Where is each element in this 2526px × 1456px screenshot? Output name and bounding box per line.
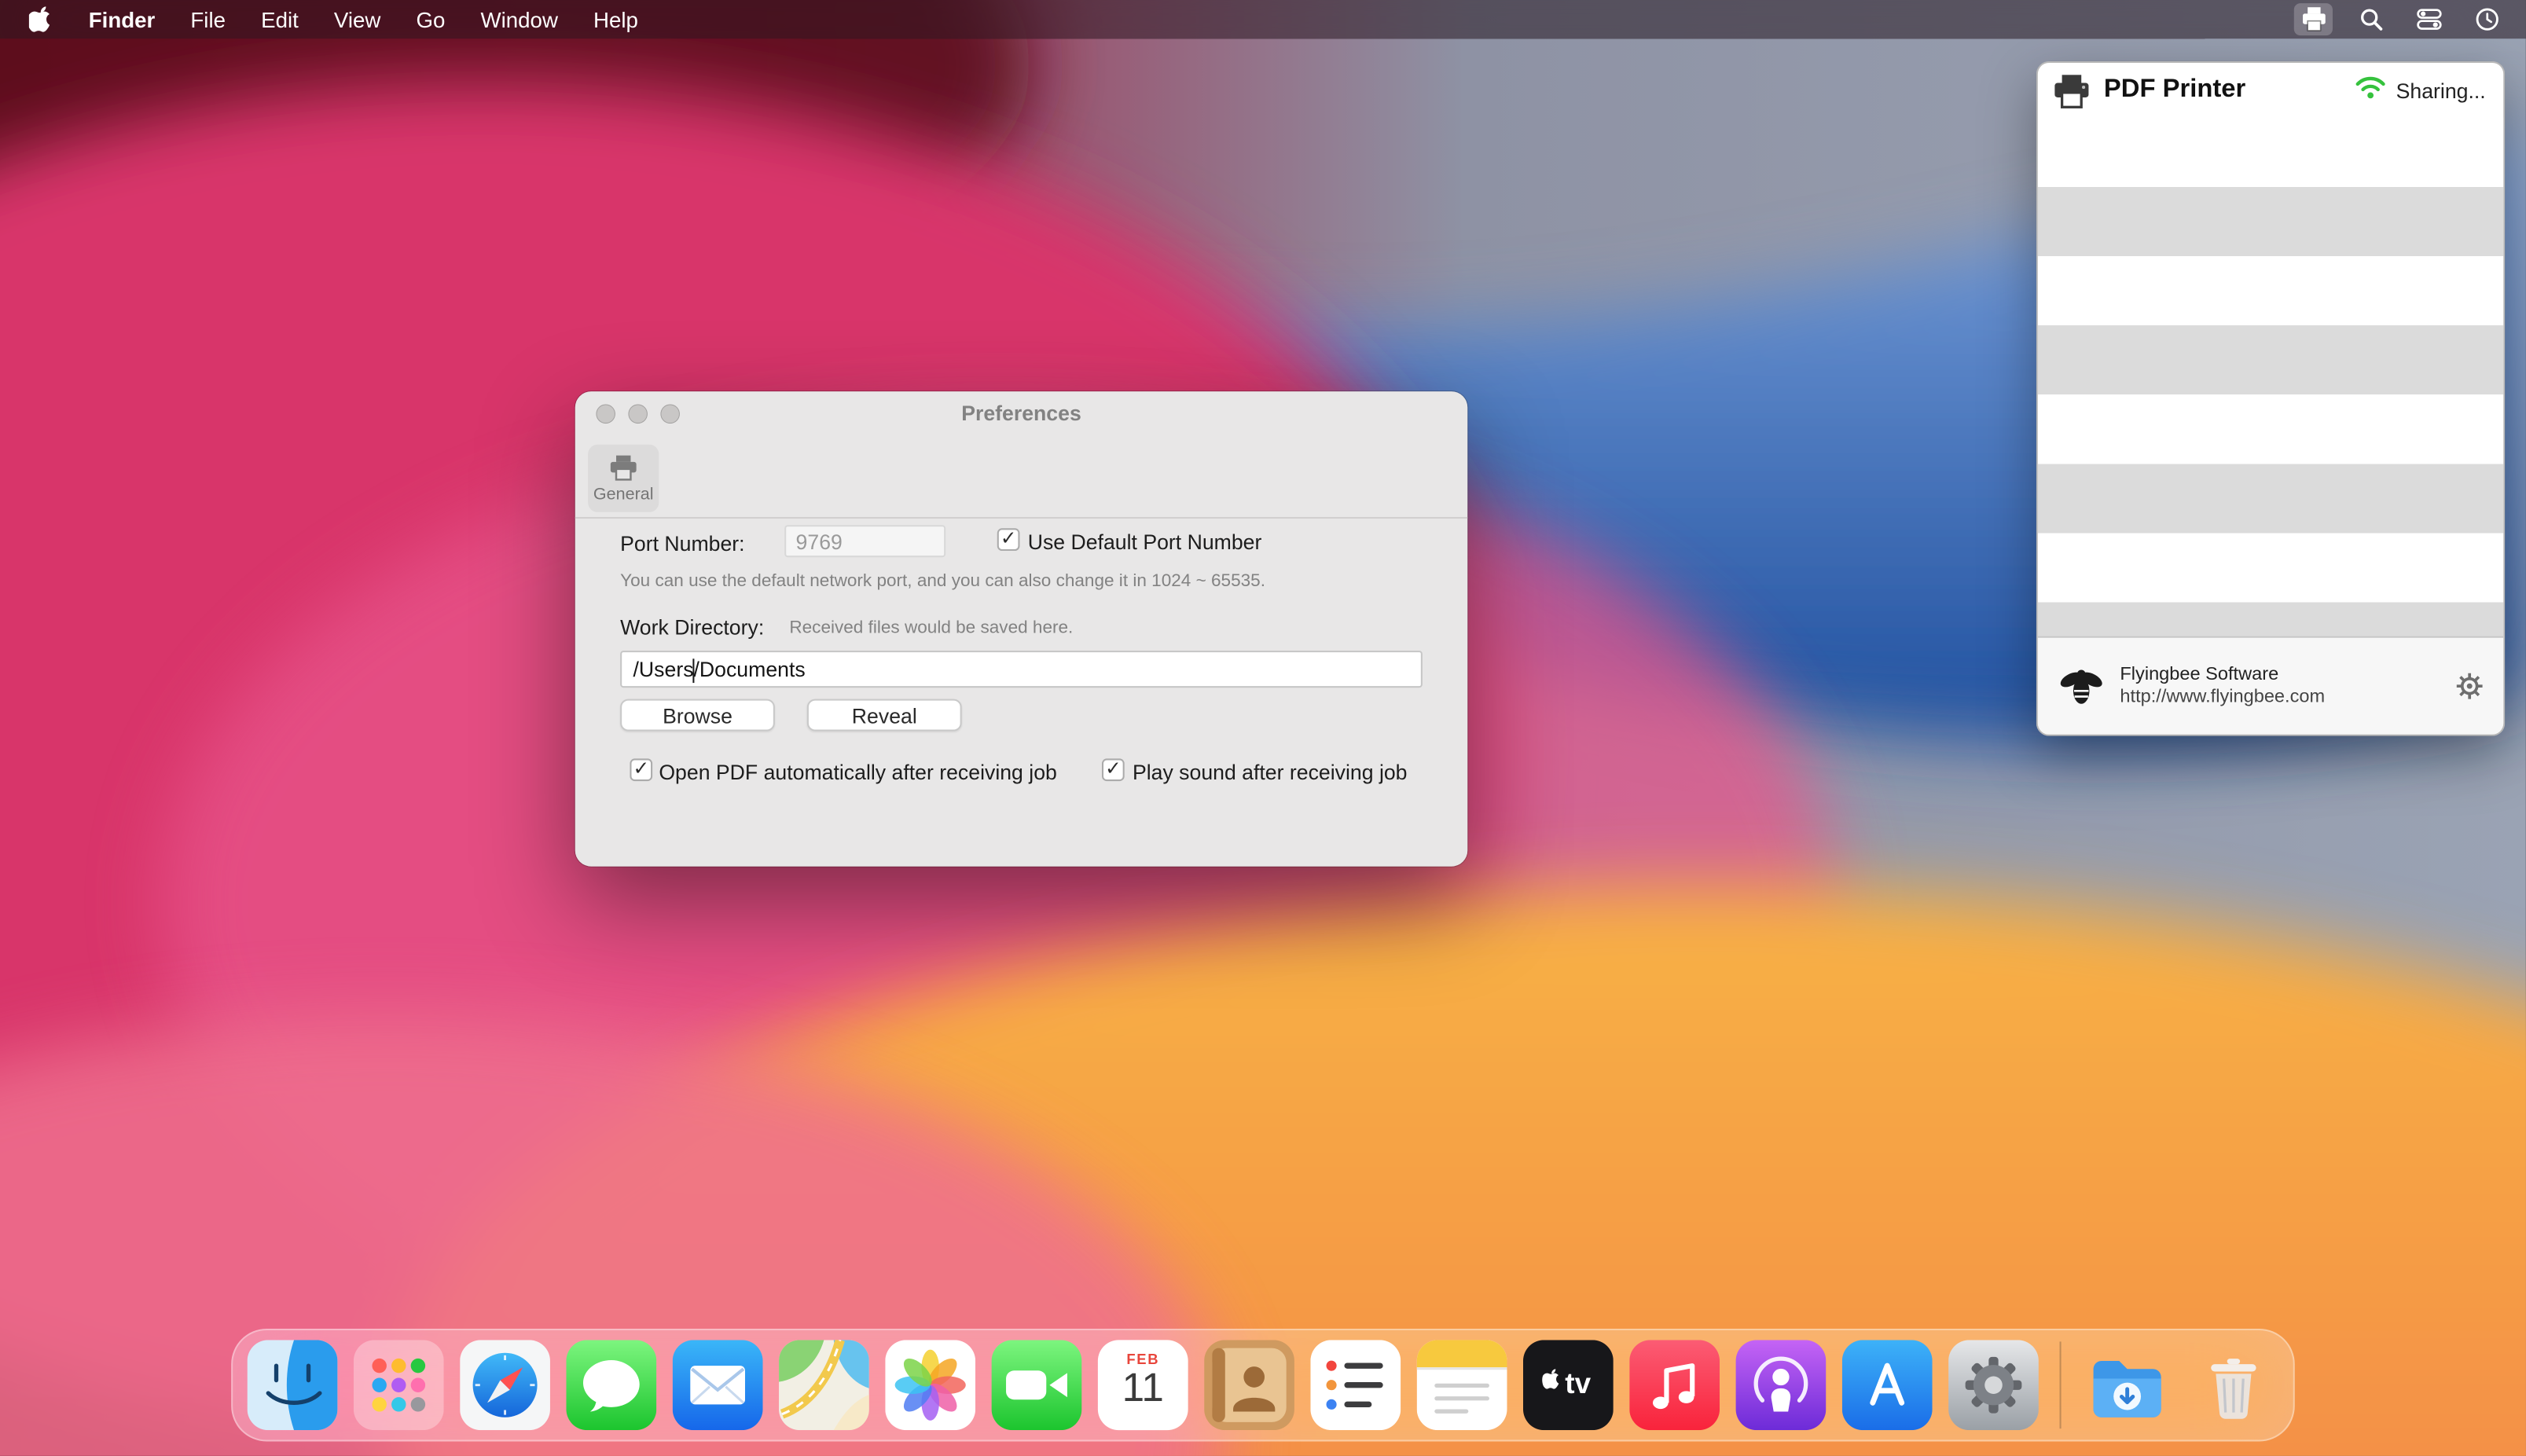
menu-go[interactable]: Go (398, 0, 463, 39)
popover-header: PDF Printer Sharing... (2038, 63, 2503, 118)
tab-general[interactable]: General (588, 445, 659, 512)
print-job-list[interactable] (2038, 118, 2503, 636)
dock-item-safari[interactable] (460, 1340, 550, 1430)
clock-icon (2474, 6, 2500, 32)
settings-gear-button[interactable] (2455, 672, 2484, 701)
dock-item-calendar[interactable]: FEB 11 (1098, 1340, 1188, 1430)
calendar-day-label: 11 (1098, 1367, 1188, 1410)
notes-icon (1417, 1340, 1507, 1430)
dock-item-mail[interactable] (673, 1340, 763, 1430)
company-name: Flyingbee Software (2120, 666, 2325, 685)
apple-icon (29, 6, 52, 33)
pdf-printer-popover: PDF Printer Sharing... (2036, 61, 2505, 736)
work-directory-input[interactable]: /Users/Documents (620, 651, 1423, 688)
play-sound-checkbox[interactable] (1102, 758, 1125, 781)
dock-item-apple-tv[interactable]: tv (1523, 1340, 1614, 1430)
dock-item-photos[interactable] (885, 1340, 975, 1430)
dock-item-notes[interactable] (1417, 1340, 1507, 1430)
system-preferences-icon (1948, 1340, 2039, 1430)
pdf-printer-menu-extra[interactable] (2294, 3, 2333, 35)
maps-icon (779, 1340, 869, 1430)
printer-status-icon (2300, 6, 2327, 32)
work-directory-hint: Received files would be saved here. (789, 618, 1073, 638)
dock: FEB 11 (231, 1329, 2295, 1441)
trash-icon (2189, 1340, 2279, 1430)
menu-window[interactable]: Window (463, 0, 576, 39)
photos-icon (885, 1340, 975, 1430)
work-directory-value: /Users/Documents (633, 657, 806, 681)
printer-icon (2052, 72, 2091, 108)
dock-item-contacts[interactable] (1204, 1340, 1294, 1430)
text-caret (692, 658, 694, 683)
dock-item-facetime[interactable] (992, 1340, 1082, 1430)
popover-title: PDF Printer (2104, 75, 2245, 105)
control-center-icon (2417, 6, 2443, 32)
dock-item-reminders[interactable] (1310, 1340, 1401, 1430)
window-titlebar: Preferences (575, 391, 1468, 436)
dock-item-finder[interactable] (248, 1340, 338, 1430)
safari-icon (460, 1340, 550, 1430)
dock-item-podcasts[interactable] (1736, 1340, 1827, 1430)
general-tab-label: General (593, 484, 654, 504)
open-pdf-checkbox[interactable] (630, 758, 652, 781)
use-default-port-label: Use Default Port Number (1028, 530, 1262, 554)
dock-item-music[interactable] (1629, 1340, 1720, 1430)
dock-item-maps[interactable] (779, 1340, 869, 1430)
company-url[interactable]: http://www.flyingbee.com (2120, 688, 2325, 707)
reveal-button[interactable]: Reveal (807, 699, 962, 732)
sharing-status-label: Sharing... (2396, 78, 2486, 102)
calendar-month-label: FEB (1098, 1340, 1188, 1367)
desktop: Finder File Edit View Go Window Help (0, 0, 2526, 1456)
search-icon (2359, 6, 2385, 32)
menu-file[interactable]: File (173, 0, 244, 39)
work-directory-label: Work Directory: (620, 615, 764, 640)
spotlight-menu-extra[interactable] (2352, 3, 2391, 35)
window-toolbar: General (575, 436, 1468, 519)
port-number-label: Port Number: (620, 531, 744, 556)
menu-help[interactable]: Help (575, 0, 655, 39)
dock-item-app-store[interactable] (1842, 1340, 1933, 1430)
music-icon (1629, 1340, 1720, 1430)
popover-footer: Flyingbee Software http://www.flyingbee.… (2038, 636, 2503, 735)
contacts-icon (1204, 1340, 1294, 1430)
sharing-wifi-icon (2354, 71, 2388, 109)
dock-item-launchpad[interactable] (354, 1340, 444, 1430)
launchpad-icon (354, 1340, 444, 1430)
browse-button[interactable]: Browse (620, 699, 775, 732)
dock-item-system-preferences[interactable] (1948, 1340, 2039, 1430)
preferences-window: Preferences General Port Number: Use Def… (575, 391, 1468, 867)
flyingbee-logo-icon (2057, 663, 2105, 708)
app-store-icon (1842, 1340, 1933, 1430)
apple-menu[interactable] (0, 0, 71, 39)
window-title: Preferences (575, 391, 1468, 436)
reminders-icon (1310, 1340, 1401, 1430)
open-pdf-label: Open PDF automatically after receiving j… (659, 760, 1057, 784)
gear-icon (2455, 672, 2484, 701)
port-help-text: You can use the default network port, an… (620, 572, 1265, 592)
menu-view[interactable]: View (316, 0, 398, 39)
dock-item-trash[interactable] (2189, 1340, 2279, 1430)
menu-edit[interactable]: Edit (244, 0, 317, 39)
finder-icon (248, 1340, 338, 1430)
mail-icon (673, 1340, 763, 1430)
dock-item-downloads[interactable] (2082, 1340, 2172, 1430)
dock-item-messages[interactable] (566, 1340, 656, 1430)
tv-logo-label: tv (1565, 1367, 1591, 1401)
menu-finder[interactable]: Finder (71, 0, 173, 39)
messages-icon (566, 1340, 656, 1430)
podcasts-icon (1736, 1340, 1827, 1430)
downloads-folder-icon (2082, 1340, 2172, 1430)
clock-menu-extra[interactable] (2468, 3, 2506, 35)
play-sound-label: Play sound after receiving job (1133, 760, 1408, 784)
preferences-content: Port Number: Use Default Port Number You… (575, 519, 1468, 865)
dock-separator (2060, 1341, 2062, 1428)
menu-bar: Finder File Edit View Go Window Help (0, 0, 2526, 39)
control-center-menu-extra[interactable] (2410, 3, 2448, 35)
general-tab-icon (609, 453, 638, 481)
facetime-icon (992, 1340, 1082, 1430)
use-default-port-checkbox[interactable] (997, 528, 1020, 551)
port-number-field[interactable] (784, 525, 945, 557)
